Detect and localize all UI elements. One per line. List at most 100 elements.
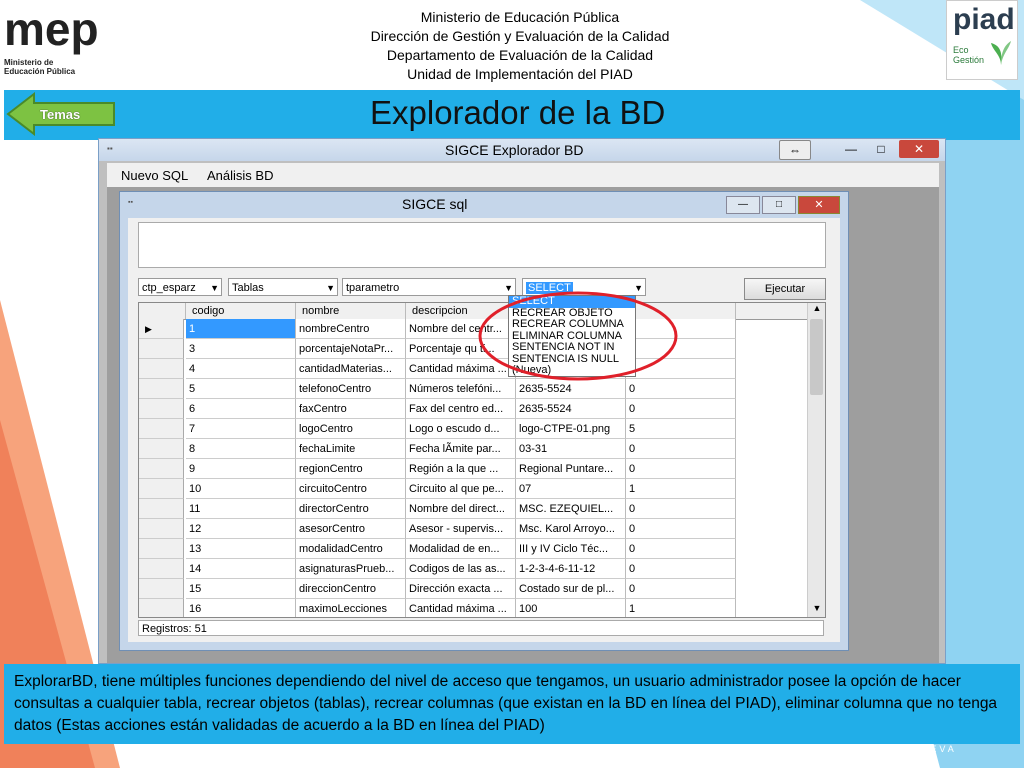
grid-cell[interactable]: regionCentro	[296, 459, 406, 479]
grid-cell[interactable]: 07	[516, 479, 626, 499]
grid-cell[interactable]: telefonoCentro	[296, 379, 406, 399]
row-header[interactable]	[139, 399, 184, 419]
grid-cell[interactable]: 0	[626, 439, 736, 459]
grid-cell[interactable]: Cantidad máxima ...	[406, 599, 516, 617]
grid-cell[interactable]: 1	[626, 479, 736, 499]
menu-nuevo-sql[interactable]: Nuevo SQL	[121, 168, 188, 183]
grid-cell[interactable]: Msc. Karol Arroyo...	[516, 519, 626, 539]
grid-cell[interactable]: directorCentro	[296, 499, 406, 519]
row-header[interactable]	[139, 419, 184, 439]
highlight-ellipse	[478, 291, 678, 381]
grid-cell[interactable]: nombreCentro	[296, 319, 406, 339]
grid-cell[interactable]: 8	[186, 439, 296, 459]
grid-cell[interactable]: 1-2-3-4-6-11-12	[516, 559, 626, 579]
grid-cell[interactable]: 2635-5524	[516, 399, 626, 419]
grid-cell[interactable]: direccionCentro	[296, 579, 406, 599]
grid-cell[interactable]: Fecha lÃ­mite par...	[406, 439, 516, 459]
back-button-label[interactable]: Temas	[40, 107, 80, 122]
minimize-icon[interactable]: —	[839, 140, 863, 158]
grid-cell[interactable]: Asesor - supervis...	[406, 519, 516, 539]
close-icon[interactable]: ✕	[899, 140, 939, 158]
grid-scrollbar[interactable]: ▲ ▼	[807, 303, 825, 617]
scroll-up-icon[interactable]: ▲	[808, 303, 825, 317]
row-header[interactable]	[139, 599, 184, 617]
row-header[interactable]	[139, 559, 184, 579]
row-header[interactable]	[139, 459, 184, 479]
grid-cell[interactable]: 5	[186, 379, 296, 399]
grid-cell[interactable]: 15	[186, 579, 296, 599]
app-icon: ▪▪	[107, 144, 113, 153]
resize-icon[interactable]: ⇔	[779, 140, 811, 160]
grid-cell[interactable]: 9	[186, 459, 296, 479]
row-header[interactable]	[139, 339, 184, 359]
grid-cell[interactable]: Dirección exacta ...	[406, 579, 516, 599]
menu-analisis-bd[interactable]: Análisis BD	[207, 168, 273, 183]
grid-cell[interactable]: 0	[626, 399, 736, 419]
grid-cell[interactable]: 0	[626, 499, 736, 519]
grid-cell[interactable]: logo-CTPE-01.png	[516, 419, 626, 439]
grid-cell[interactable]: 0	[626, 559, 736, 579]
grid-cell[interactable]: faxCentro	[296, 399, 406, 419]
grid-cell[interactable]: asignaturasPrueb...	[296, 559, 406, 579]
grid-cell[interactable]: 100	[516, 599, 626, 617]
scroll-down-icon[interactable]: ▼	[808, 603, 825, 617]
object-type-combo[interactable]: Tablas ▼	[228, 278, 338, 296]
app-titlebar: ▪▪ SIGCE Explorador BD ⇔ — □ ✕	[99, 139, 945, 161]
caption-text: ExplorarBD, tiene múltiples funciones de…	[14, 673, 998, 734]
grid-cell[interactable]: Nombre del direct...	[406, 499, 516, 519]
grid-cell[interactable]: 1	[626, 599, 736, 617]
grid-cell[interactable]: 0	[626, 539, 736, 559]
grid-cell[interactable]: 0	[626, 459, 736, 479]
grid-cell[interactable]: 6	[186, 399, 296, 419]
grid-cell[interactable]: III y IV Ciclo Téc...	[516, 539, 626, 559]
grid-cell[interactable]: MSC. EZEQUIEL...	[516, 499, 626, 519]
column-header-codigo[interactable]: codigo	[186, 303, 296, 319]
row-header[interactable]	[139, 379, 184, 399]
grid-cell[interactable]: 5	[626, 419, 736, 439]
grid-cell[interactable]: 7	[186, 419, 296, 439]
grid-cell[interactable]: 0	[626, 579, 736, 599]
grid-cell[interactable]: 03-31	[516, 439, 626, 459]
sql-query-textbox[interactable]	[138, 222, 826, 268]
column-header-nombre[interactable]: nombre	[296, 303, 406, 319]
row-header[interactable]	[139, 479, 184, 499]
grid-cell[interactable]: Modalidad de en...	[406, 539, 516, 559]
row-header[interactable]	[139, 539, 184, 559]
row-header[interactable]	[139, 359, 184, 379]
grid-cell[interactable]: cantidadMaterias...	[296, 359, 406, 379]
grid-cell[interactable]: 10	[186, 479, 296, 499]
grid-cell[interactable]: Codigos de las as...	[406, 559, 516, 579]
grid-cell[interactable]: logoCentro	[296, 419, 406, 439]
row-header[interactable]	[139, 439, 184, 459]
grid-cell[interactable]: maximoLecciones	[296, 599, 406, 617]
grid-cell[interactable]: fechaLimite	[296, 439, 406, 459]
grid-cell[interactable]: porcentajeNotaPr...	[296, 339, 406, 359]
execute-button[interactable]: Ejecutar	[744, 278, 826, 300]
grid-cell[interactable]: 14	[186, 559, 296, 579]
row-header[interactable]	[139, 499, 184, 519]
grid-cell[interactable]: asesorCentro	[296, 519, 406, 539]
grid-cell[interactable]: 3	[186, 339, 296, 359]
grid-cell[interactable]: 12	[186, 519, 296, 539]
grid-cell[interactable]: Logo o escudo d...	[406, 419, 516, 439]
scroll-thumb[interactable]	[810, 319, 823, 395]
row-header[interactable]: ▶	[139, 319, 184, 339]
maximize-icon[interactable]: □	[869, 140, 893, 158]
grid-cell[interactable]: 1	[186, 319, 296, 339]
grid-cell[interactable]: Fax del centro ed...	[406, 399, 516, 419]
grid-cell[interactable]: 13	[186, 539, 296, 559]
grid-cell[interactable]: Circuito al que pe...	[406, 479, 516, 499]
grid-cell[interactable]: 16	[186, 599, 296, 617]
grid-cell[interactable]: Región a la que ...	[406, 459, 516, 479]
grid-cell[interactable]: Regional Puntare...	[516, 459, 626, 479]
grid-cell[interactable]: circuitoCentro	[296, 479, 406, 499]
row-header[interactable]	[139, 579, 184, 599]
grid-cell[interactable]: Costado sur de pl...	[516, 579, 626, 599]
grid-cell[interactable]: 11	[186, 499, 296, 519]
row-header[interactable]	[139, 519, 184, 539]
grid-cell[interactable]: 0	[626, 519, 736, 539]
grid-cell[interactable]: modalidadCentro	[296, 539, 406, 559]
footer-text: EDUCAR PARA UNA NUEVA CIUDADANÍA	[776, 744, 957, 764]
database-combo[interactable]: ctp_esparz ▼	[138, 278, 222, 296]
grid-cell[interactable]: 4	[186, 359, 296, 379]
